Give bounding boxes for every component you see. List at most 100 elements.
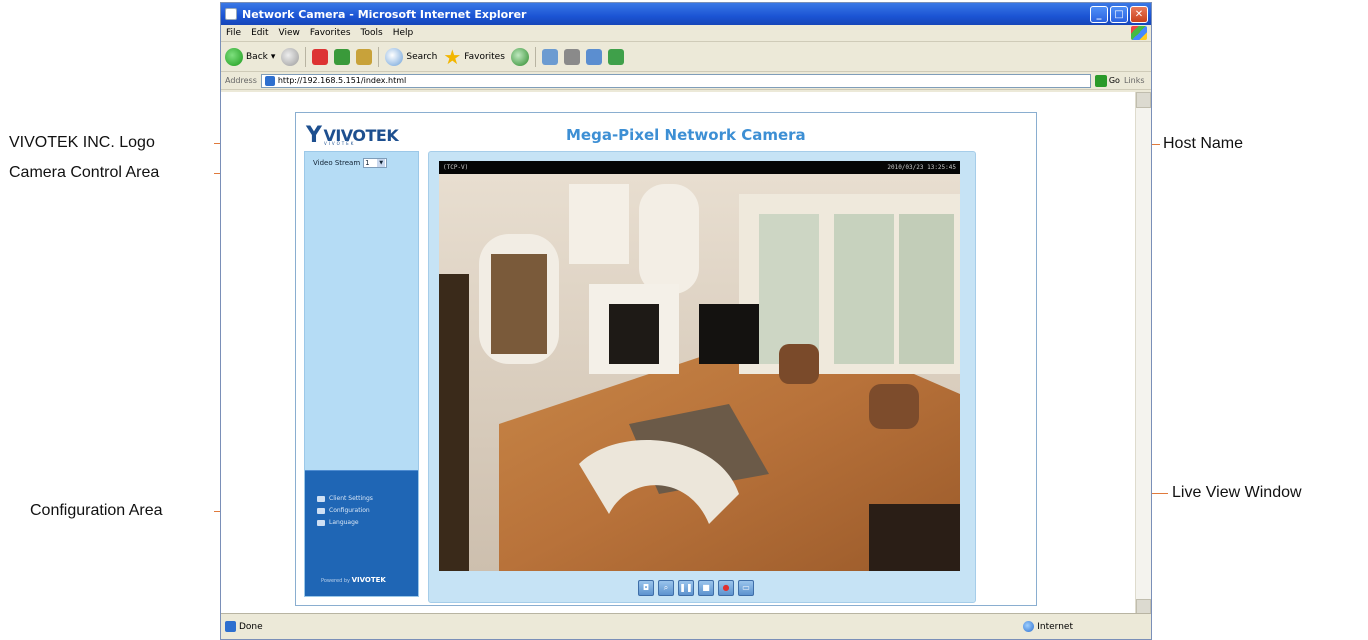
menu-favorites[interactable]: Favorites: [310, 28, 351, 38]
stop-icon[interactable]: [312, 48, 329, 65]
media-icon[interactable]: [510, 47, 529, 66]
client-settings-label: Client Settings: [329, 495, 373, 502]
menu-file[interactable]: File: [226, 28, 241, 38]
ie-window: Network Camera - Microsoft Internet Expl…: [220, 2, 1152, 640]
configuration-label: Configuration: [329, 507, 370, 514]
messenger-icon[interactable]: [607, 48, 624, 65]
go-button[interactable]: Go: [1094, 74, 1120, 87]
menubar: File Edit View Favorites Tools Help: [221, 25, 1151, 42]
back-dropdown-icon: ▾: [270, 51, 276, 62]
video-timestamp: 2010/03/23 13:25:45: [887, 164, 956, 171]
minimize-button[interactable]: _: [1090, 5, 1108, 23]
back-label: Back: [246, 51, 268, 62]
window-titlebar[interactable]: Network Camera - Microsoft Internet Expl…: [221, 3, 1151, 25]
zone-label: Internet: [1037, 621, 1073, 632]
record-icon: ●: [722, 583, 730, 592]
globe-icon: [317, 519, 325, 526]
refresh-icon[interactable]: [334, 48, 351, 65]
security-zone: Internet: [1023, 621, 1073, 632]
configuration-area: Client Settings Configuration Language P…: [305, 470, 418, 596]
menu-view[interactable]: View: [279, 28, 300, 38]
host-name: Mega-Pixel Network Camera: [566, 126, 806, 144]
page-icon: [264, 75, 275, 86]
menu-edit[interactable]: Edit: [251, 28, 268, 38]
address-input[interactable]: http://192.168.5.151/index.html: [260, 73, 1091, 88]
links-label[interactable]: Links: [1124, 76, 1145, 85]
callout-live-view: Live View Window: [1172, 484, 1302, 501]
stop-square-icon: ■: [702, 583, 710, 592]
logo-subtext: VIVOTEK: [324, 141, 356, 146]
language-link[interactable]: Language: [317, 519, 359, 526]
client-settings-link[interactable]: Client Settings: [317, 495, 373, 502]
pause-icon: ❚❚: [679, 583, 693, 592]
monitor-icon: [317, 495, 325, 502]
snapshot-button[interactable]: ◘: [638, 580, 654, 596]
star-icon: ★: [443, 44, 462, 69]
favorites-label: Favorites: [464, 51, 505, 62]
search-icon: [385, 47, 404, 66]
page-status-icon: [225, 621, 236, 632]
search-label: Search: [406, 51, 438, 62]
camera-page: Y VIVOTEK VIVOTEK Mega-Pixel Network Cam…: [295, 112, 1037, 606]
favorites-button[interactable]: ★ Favorites: [443, 44, 505, 69]
back-arrow-icon: [225, 47, 243, 66]
address-url: http://192.168.5.151/index.html: [277, 76, 407, 85]
video-stream-label: Video Stream: [313, 159, 361, 167]
search-button[interactable]: Search: [385, 47, 438, 66]
callout-logo: VIVOTEK INC. Logo: [9, 134, 155, 151]
video-stream-select[interactable]: 1 ▼: [363, 158, 388, 168]
internet-globe-icon: [1023, 621, 1035, 632]
video-protocol: (TCP-V): [443, 164, 469, 171]
video-stream-value: 1: [365, 159, 370, 167]
mail-icon[interactable]: [541, 48, 558, 65]
language-label: Language: [329, 519, 359, 526]
scroll-up-button[interactable]: [1136, 92, 1151, 108]
toolbar: Back ▾ Search ★ Favorites: [221, 42, 1151, 72]
digital-zoom-button[interactable]: ⌕: [658, 580, 674, 596]
print-icon[interactable]: [563, 48, 580, 65]
video-stream-control: Video Stream 1 ▼: [313, 158, 388, 168]
powered-brand: VIVOTEK: [351, 576, 386, 584]
wrench-icon: [317, 507, 325, 514]
live-video-image: [439, 174, 960, 571]
go-label: Go: [1108, 76, 1120, 85]
live-view-window[interactable]: (TCP-V) 2010/03/23 13:25:45: [439, 161, 960, 571]
forward-arrow-icon[interactable]: [281, 47, 300, 66]
fullscreen-icon: ▭: [742, 583, 750, 592]
callout-host-name: Host Name: [1163, 135, 1244, 152]
configuration-link[interactable]: Configuration: [317, 507, 370, 514]
address-bar: Address http://192.168.5.151/index.html …: [221, 72, 1151, 90]
camera-control-area: Video Stream 1 ▼ Client Settings Configu…: [304, 151, 419, 597]
pause-button[interactable]: ❚❚: [678, 580, 694, 596]
live-view-area: (TCP-V) 2010/03/23 13:25:45 ◘ ⌕ ❚❚ ■ ● ▭: [428, 151, 976, 603]
playback-controls: ◘ ⌕ ❚❚ ■ ● ▭: [638, 580, 754, 596]
vertical-scrollbar[interactable]: [1135, 92, 1151, 615]
powered-by: Powered by VIVOTEK: [321, 576, 386, 584]
close-button[interactable]: ✕: [1130, 5, 1148, 23]
status-text: Done: [239, 621, 263, 632]
maximize-button[interactable]: □: [1110, 5, 1128, 23]
camera-icon: ◘: [642, 583, 650, 592]
edit-icon[interactable]: [585, 48, 602, 65]
status-bar: Done Internet: [221, 613, 1151, 639]
logo-mark-icon: Y: [306, 123, 322, 148]
callout-camera-control: Camera Control Area: [9, 164, 160, 181]
video-caption-bar: (TCP-V) 2010/03/23 13:25:45: [439, 161, 960, 174]
powered-by-label: Powered by: [321, 578, 350, 584]
window-title: Network Camera - Microsoft Internet Expl…: [242, 7, 527, 21]
menu-help[interactable]: Help: [393, 28, 414, 38]
fullscreen-button[interactable]: ▭: [738, 580, 754, 596]
address-label: Address: [225, 76, 257, 85]
home-icon[interactable]: [356, 48, 373, 65]
go-arrow-icon: [1094, 74, 1107, 87]
stop-button[interactable]: ■: [698, 580, 714, 596]
back-button[interactable]: Back ▾: [225, 47, 276, 66]
chevron-down-icon: ▼: [377, 159, 386, 167]
windows-logo-icon: [1131, 26, 1147, 40]
menu-tools[interactable]: Tools: [361, 28, 383, 38]
zoom-icon: ⌕: [663, 583, 669, 592]
vivotek-logo[interactable]: Y VIVOTEK VIVOTEK: [306, 123, 399, 148]
ie-app-icon: [225, 8, 237, 20]
record-button[interactable]: ●: [718, 580, 734, 596]
callout-configuration: Configuration Area: [30, 502, 163, 519]
